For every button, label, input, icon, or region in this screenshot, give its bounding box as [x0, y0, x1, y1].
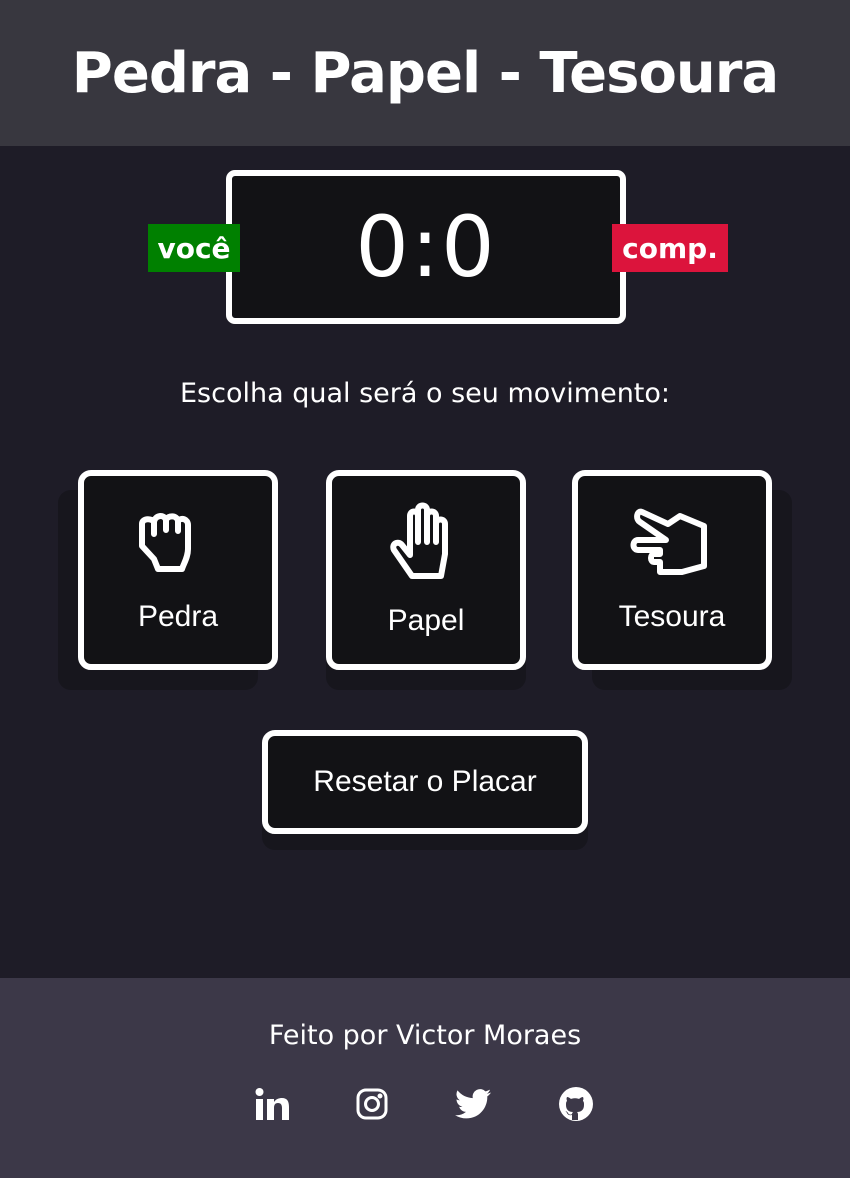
- player-label: você: [148, 224, 240, 272]
- page-title: Pedra - Papel - Tesoura: [71, 40, 779, 106]
- computer-label: comp.: [612, 224, 728, 272]
- move-prompt: Escolha qual será o seu movimento:: [179, 378, 671, 409]
- scissors-button[interactable]: Tesoura: [572, 470, 772, 670]
- credit-text: Feito por Victor Moraes: [268, 1020, 582, 1051]
- header: Pedra - Papel - Tesoura: [0, 0, 850, 146]
- linkedin-icon[interactable]: [254, 1086, 290, 1122]
- fist-icon: [139, 513, 191, 572]
- rock-button[interactable]: Pedra: [78, 470, 278, 670]
- paper-label: Papel: [387, 604, 465, 637]
- scoreboard: 0:0: [226, 170, 626, 324]
- instagram-icon[interactable]: [354, 1086, 390, 1122]
- rock-label: Pedra: [137, 600, 219, 633]
- hand-scissors-icon: [630, 508, 707, 575]
- reset-score-button[interactable]: Resetar o Placar: [262, 730, 588, 834]
- twitter-icon[interactable]: [455, 1086, 491, 1122]
- scissors-label: Tesoura: [618, 600, 726, 633]
- paper-button[interactable]: Papel: [326, 470, 526, 670]
- footer: Feito por Victor Moraes: [0, 978, 850, 1178]
- github-icon[interactable]: [558, 1086, 594, 1122]
- hand-paper-icon: [390, 502, 448, 579]
